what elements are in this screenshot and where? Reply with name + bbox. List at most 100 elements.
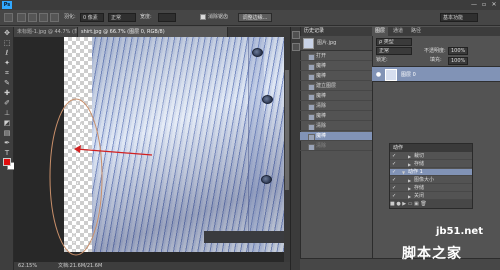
antialias-checkbox[interactable] [200, 14, 206, 20]
check-icon[interactable]: ✓ [392, 193, 398, 200]
minimize-button[interactable]: — [470, 1, 478, 8]
expand-icon[interactable]: ▶ [408, 153, 411, 160]
tab-document-2[interactable]: shirt.jpg @ 66.7% (图层 0, RGB/8) [78, 27, 228, 37]
history-item-label: 魔棒 [316, 73, 327, 79]
collapse-icon[interactable]: ▼ [402, 169, 405, 176]
check-icon[interactable]: ✓ [392, 161, 398, 168]
blend-mode-select[interactable]: 正常 [376, 47, 412, 55]
annotation-overlay [49, 64, 153, 256]
marquee-tool-icon[interactable]: ⬚ [2, 39, 12, 48]
action-item[interactable]: ✓ ▶ 存储 [390, 185, 472, 192]
canvas-scroll-thumb[interactable] [285, 70, 289, 190]
zoom-level[interactable]: 62.15% [18, 262, 37, 270]
action-item[interactable]: ✓ ▶ 裁切 [390, 153, 472, 160]
tab-layers[interactable]: 图层 [372, 27, 389, 36]
history-item-label: 建立图层 [316, 83, 337, 89]
history-item-label: 打开 [316, 53, 327, 59]
actions-footer-icons[interactable]: ■ ● ▶ ▭ ▣ 🗑 [390, 200, 472, 208]
subtract-selection-icon[interactable] [39, 13, 48, 22]
fill-field[interactable]: 100% [448, 57, 468, 65]
action-item[interactable]: ✓ ▶ 关闭 [390, 193, 472, 200]
actions-panel: 动作 ✓ ▶ 裁切 ✓ ▶ 存储 ✓ ▼ 动作 1 ✓ ▶ 图像大小 ✓ ▶ 存储 ✓ ▶ 关闭 ■ ●… [389, 143, 473, 209]
expand-icon[interactable]: ▶ [408, 193, 411, 200]
expand-icon[interactable]: ▶ [408, 161, 411, 168]
magic-wand-tool-icon[interactable]: ✦ [2, 59, 12, 68]
watermark-chinese: 脚本之家 [402, 246, 462, 262]
expand-icon[interactable]: ▶ [408, 185, 411, 192]
text-tool-icon[interactable]: T [2, 149, 12, 158]
stamp-tool-icon[interactable]: ⊥ [2, 109, 12, 118]
check-icon[interactable]: ✓ [392, 185, 398, 192]
layer-name[interactable]: 图层 0 [401, 67, 416, 83]
history-item[interactable]: 魔棒 [300, 72, 372, 81]
history-item[interactable]: 清除 [300, 102, 372, 111]
eraser-tool-icon[interactable]: ◩ [2, 119, 12, 128]
refine-edge-button[interactable]: 调整边缘... [238, 13, 272, 22]
foreground-color-swatch[interactable] [3, 158, 11, 166]
intersect-selection-icon[interactable] [50, 13, 59, 22]
tab-document-1[interactable]: 未标题-1.jpg @ 44.7% (背景, RGB/8) [14, 27, 78, 37]
width-field[interactable] [158, 13, 176, 22]
action-item[interactable]: ✓ ▶ 存储 [390, 161, 472, 168]
mode-select[interactable]: 正常 [108, 13, 136, 22]
workspace-select[interactable]: 基本功能 [440, 13, 478, 22]
history-item[interactable]: 魔棒 [300, 62, 372, 71]
expand-icon[interactable]: ▶ [408, 177, 411, 184]
layer-row[interactable]: ● 图层 0 [372, 66, 500, 82]
action-label: 动作 1 [408, 169, 423, 175]
highlight-ellipse [49, 98, 103, 256]
history-item-label: 清除 [316, 143, 327, 149]
opacity-field[interactable]: 100% [448, 47, 468, 55]
maximize-button[interactable]: ▫ [480, 1, 488, 8]
canvas-area[interactable] [14, 37, 290, 262]
history-panel-title: 历史记录 [301, 27, 372, 36]
action-label: 图像大小 [414, 177, 435, 183]
tab-paths[interactable]: 路径 [408, 27, 424, 36]
add-selection-icon[interactable] [28, 13, 37, 22]
eyedropper-tool-icon[interactable]: ✎ [2, 79, 12, 88]
history-item-selected[interactable]: 魔棒 [300, 132, 372, 141]
action-label: 存储 [414, 161, 425, 167]
action-set-selected[interactable]: ✓ ▼ 动作 1 [390, 169, 472, 176]
selection-marching-ants [73, 64, 83, 252]
history-item-label: 魔棒 [316, 63, 327, 69]
layer-filter-select[interactable]: ρ 类型 [376, 38, 412, 46]
history-item[interactable]: 魔棒 [300, 112, 372, 121]
lasso-tool-icon[interactable]: ℓ [2, 49, 12, 58]
tab-channels[interactable]: 通道 [390, 27, 406, 36]
gradient-tool-icon[interactable]: ▤ [2, 129, 12, 138]
eraser-icon [308, 144, 315, 150]
watermark-domain: jb51.net [436, 226, 483, 237]
history-footer [300, 258, 372, 270]
brush-tool-icon[interactable]: ✐ [2, 99, 12, 108]
actions-dock-icon[interactable] [292, 43, 300, 51]
check-icon[interactable]: ✓ [392, 177, 398, 184]
marquee-tool-icon[interactable] [4, 13, 13, 22]
history-item[interactable]: 建立图层 [300, 82, 372, 91]
history-item[interactable]: 清除 [300, 122, 372, 131]
snapshot-thumbnail [303, 38, 314, 49]
history-snapshot[interactable]: 图片.jpg [300, 36, 372, 51]
history-item-undone[interactable]: 清除 [300, 142, 372, 151]
history-item[interactable]: 魔棒 [300, 92, 372, 101]
move-tool-icon[interactable]: ✥ [2, 29, 12, 38]
actions-panel-title: 动作 [390, 144, 472, 152]
history-dock-icon[interactable] [292, 31, 300, 39]
action-label: 存储 [414, 185, 425, 191]
history-item[interactable]: 打开 [300, 52, 372, 61]
check-icon[interactable]: ✓ [392, 169, 398, 176]
new-selection-icon[interactable] [17, 13, 26, 22]
feather-field[interactable]: 0 像素 [80, 13, 104, 22]
check-icon[interactable]: ✓ [392, 153, 398, 160]
layers-panel-tabs: 图层 通道 路径 [372, 27, 500, 36]
crop-tool-icon[interactable]: ⌗ [2, 69, 12, 78]
eraser-icon [308, 124, 315, 130]
eye-icon[interactable]: ● [375, 71, 382, 78]
history-item-label: 魔棒 [316, 133, 327, 139]
pen-tool-icon[interactable]: ✒ [2, 139, 12, 148]
close-button[interactable]: ✕ [490, 1, 498, 8]
action-label: 关闭 [414, 193, 425, 199]
healing-brush-icon[interactable]: ✚ [2, 89, 12, 98]
action-item[interactable]: ✓ ▶ 图像大小 [390, 177, 472, 184]
magic-wand-icon [308, 134, 315, 140]
